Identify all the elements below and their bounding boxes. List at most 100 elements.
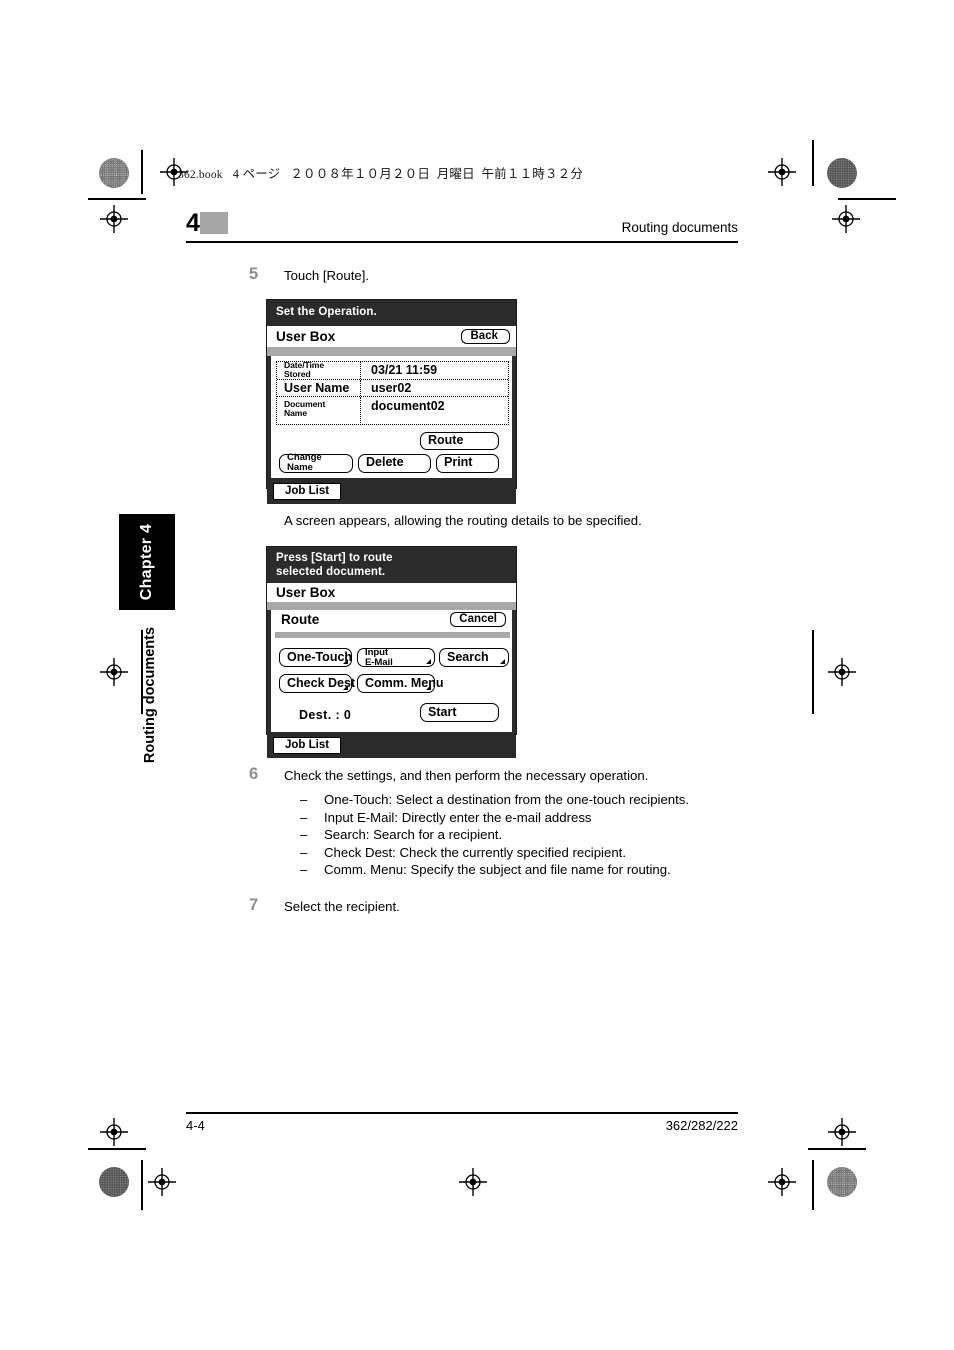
lcd-panel1-body: Date/Time Stored 03/21 11:59 User Name u… xyxy=(271,355,512,478)
table-row: Document Name document02 xyxy=(277,396,508,425)
route-button[interactable]: Route xyxy=(420,431,499,450)
change-name-button[interactable]: Change Name xyxy=(279,453,353,474)
table-cell-value: document02 xyxy=(371,398,445,413)
bullet-list: – One-Touch: Select a destination from t… xyxy=(300,791,689,879)
lcd-panel1-subtitle: User Box xyxy=(276,328,336,344)
lcd-panel1-title: Set the Operation. xyxy=(276,306,377,318)
input-email-button[interactable]: Input E-Mail xyxy=(357,648,435,668)
lcd-panel2-title-line1: Press [Start] to route xyxy=(276,552,393,564)
registration-mark-top-right xyxy=(768,158,796,186)
list-item: – One-Touch: Select a destination from t… xyxy=(300,791,689,809)
print-banner-date: ２００８年１０月２０日 xyxy=(290,167,431,181)
input-email-button-label-line2: E-Mail xyxy=(365,656,393,668)
crop-rule-top-left-vertical xyxy=(141,150,143,194)
bullet-dash: – xyxy=(300,844,308,860)
side-section-caption-label: Routing documents xyxy=(142,626,158,764)
bullet-text: Search: Search for a recipient. xyxy=(324,827,503,843)
lcd-panel2-footer: Job List xyxy=(267,732,516,759)
lcd-panel1-footer: Job List xyxy=(267,477,516,504)
lcd-panel2-subtitle: User Box xyxy=(276,585,336,601)
registration-mark-top-inner xyxy=(832,205,860,233)
submenu-corner-icon xyxy=(426,659,431,665)
search-button[interactable]: Search xyxy=(439,648,509,668)
destination-count: Dest. : 0 xyxy=(299,708,352,723)
list-item: – Comm. Menu: Specify the subject and fi… xyxy=(300,861,689,879)
step-text-5: Touch [Route]. xyxy=(284,268,370,283)
check-dest-button[interactable]: Check Dest xyxy=(279,674,355,694)
route-header-underline xyxy=(275,632,510,639)
job-list-button[interactable]: Job List xyxy=(273,482,342,500)
crop-rule-left-upper xyxy=(88,198,146,200)
table-label-line2: Stored xyxy=(284,369,311,380)
step-number-6: 6 xyxy=(249,765,259,783)
print-button[interactable]: Print xyxy=(436,453,499,473)
registration-mark-left-lower xyxy=(100,1118,128,1146)
crop-rule-left-lower xyxy=(88,1148,146,1150)
submenu-corner-icon xyxy=(343,685,348,691)
route-header-bar: Route Cancel xyxy=(271,610,512,629)
table-cell-label: Date/Time Stored xyxy=(277,360,361,380)
bullet-text: Check Dest: Check the currently specifie… xyxy=(324,844,626,860)
back-button[interactable]: Back xyxy=(460,328,510,344)
page-title: Routing documents xyxy=(621,220,738,235)
crop-rule-bottom-right-vertical xyxy=(812,1160,814,1210)
list-item: – Check Dest: Check the currently specif… xyxy=(300,844,689,862)
print-banner-time: 午前１１時３２分 xyxy=(481,167,584,181)
list-item: – Input E-Mail: Directly enter the e-mai… xyxy=(300,809,689,827)
list-item: – Search: Search for a recipient. xyxy=(300,826,689,844)
footer-page-number: 4-4 xyxy=(186,1118,205,1133)
lcd-panel2-grey-bar xyxy=(267,602,516,611)
registration-mark-left-middle xyxy=(100,658,128,686)
delete-button-label: Delete xyxy=(366,455,404,470)
job-list-button[interactable]: Job List xyxy=(273,737,342,755)
table-label-line1: User Name xyxy=(284,380,350,395)
cancel-button[interactable]: Cancel xyxy=(450,612,506,628)
back-button-label: Back xyxy=(470,329,499,342)
table-row: Date/Time Stored 03/21 11:59 xyxy=(277,360,508,380)
side-section-caption: Routing documents xyxy=(140,620,160,770)
bullet-dash: – xyxy=(300,862,308,878)
table-cell-value: 03/21 11:59 xyxy=(371,363,438,378)
table-cell-label: Document Name xyxy=(277,396,361,425)
print-banner-weekday: 月曜日 xyxy=(436,167,475,181)
route-button-label: Route xyxy=(428,432,464,447)
chapter-tab-label: Chapter 4 xyxy=(138,523,155,601)
lcd-panel2-body: Route Cancel One-Touch Input E-Mail Sear… xyxy=(271,610,512,733)
bullet-text: One-Touch: Select a destination from the… xyxy=(324,792,690,807)
crop-rule-right-middle-vertical xyxy=(812,630,814,714)
step-text-7: Select the recipient. xyxy=(284,899,400,914)
cancel-button-label: Cancel xyxy=(459,613,497,626)
lcd-panel1-subbar: User Box Back xyxy=(267,325,516,347)
registration-mark-right-lower xyxy=(828,1118,856,1146)
print-banner: 362.book 4 ページ ２００８年１０月２０日 月曜日 午前１１時３２分 xyxy=(178,163,583,182)
header-swatch xyxy=(200,212,228,234)
submenu-corner-icon xyxy=(500,659,505,665)
step-number-7: 7 xyxy=(249,896,259,914)
delete-button[interactable]: Delete xyxy=(358,453,431,473)
chapter-tab: Chapter 4 xyxy=(119,514,175,610)
start-button[interactable]: Start xyxy=(420,703,499,723)
registration-mark-bottom-left xyxy=(148,1168,176,1196)
search-button-label: Search xyxy=(447,649,489,664)
table-row: User Name user02 xyxy=(277,379,508,397)
comm-menu-button-label: Comm. Menu xyxy=(365,675,444,690)
bullet-dash: – xyxy=(300,809,308,825)
crop-rule-top-inner xyxy=(838,198,896,200)
change-name-button-label-line2: Name xyxy=(287,462,313,474)
lcd-panel1-grey-bar xyxy=(267,346,516,356)
header-divider xyxy=(186,241,738,243)
one-touch-button[interactable]: One-Touch xyxy=(279,648,352,668)
step-text-6: Check the settings, and then perform the… xyxy=(284,768,649,783)
step-number-5: 5 xyxy=(249,265,259,283)
crop-rule-top-right-vertical xyxy=(812,140,814,186)
comm-menu-button[interactable]: Comm. Menu xyxy=(357,674,443,694)
table-label-line2: Name xyxy=(284,407,308,418)
bullet-text: Comm. Menu: Specify the subject and file… xyxy=(324,862,671,878)
submenu-corner-icon xyxy=(426,685,431,691)
crop-rule-right-lower xyxy=(808,1148,866,1150)
print-banner-book-name: 362.book xyxy=(178,169,223,181)
footer-model-numbers: 362/282/222 xyxy=(665,1118,738,1133)
halftone-dot-bottom-left xyxy=(99,1167,129,1197)
halftone-dot-top-right xyxy=(827,158,857,188)
registration-mark-right-middle xyxy=(828,658,856,686)
